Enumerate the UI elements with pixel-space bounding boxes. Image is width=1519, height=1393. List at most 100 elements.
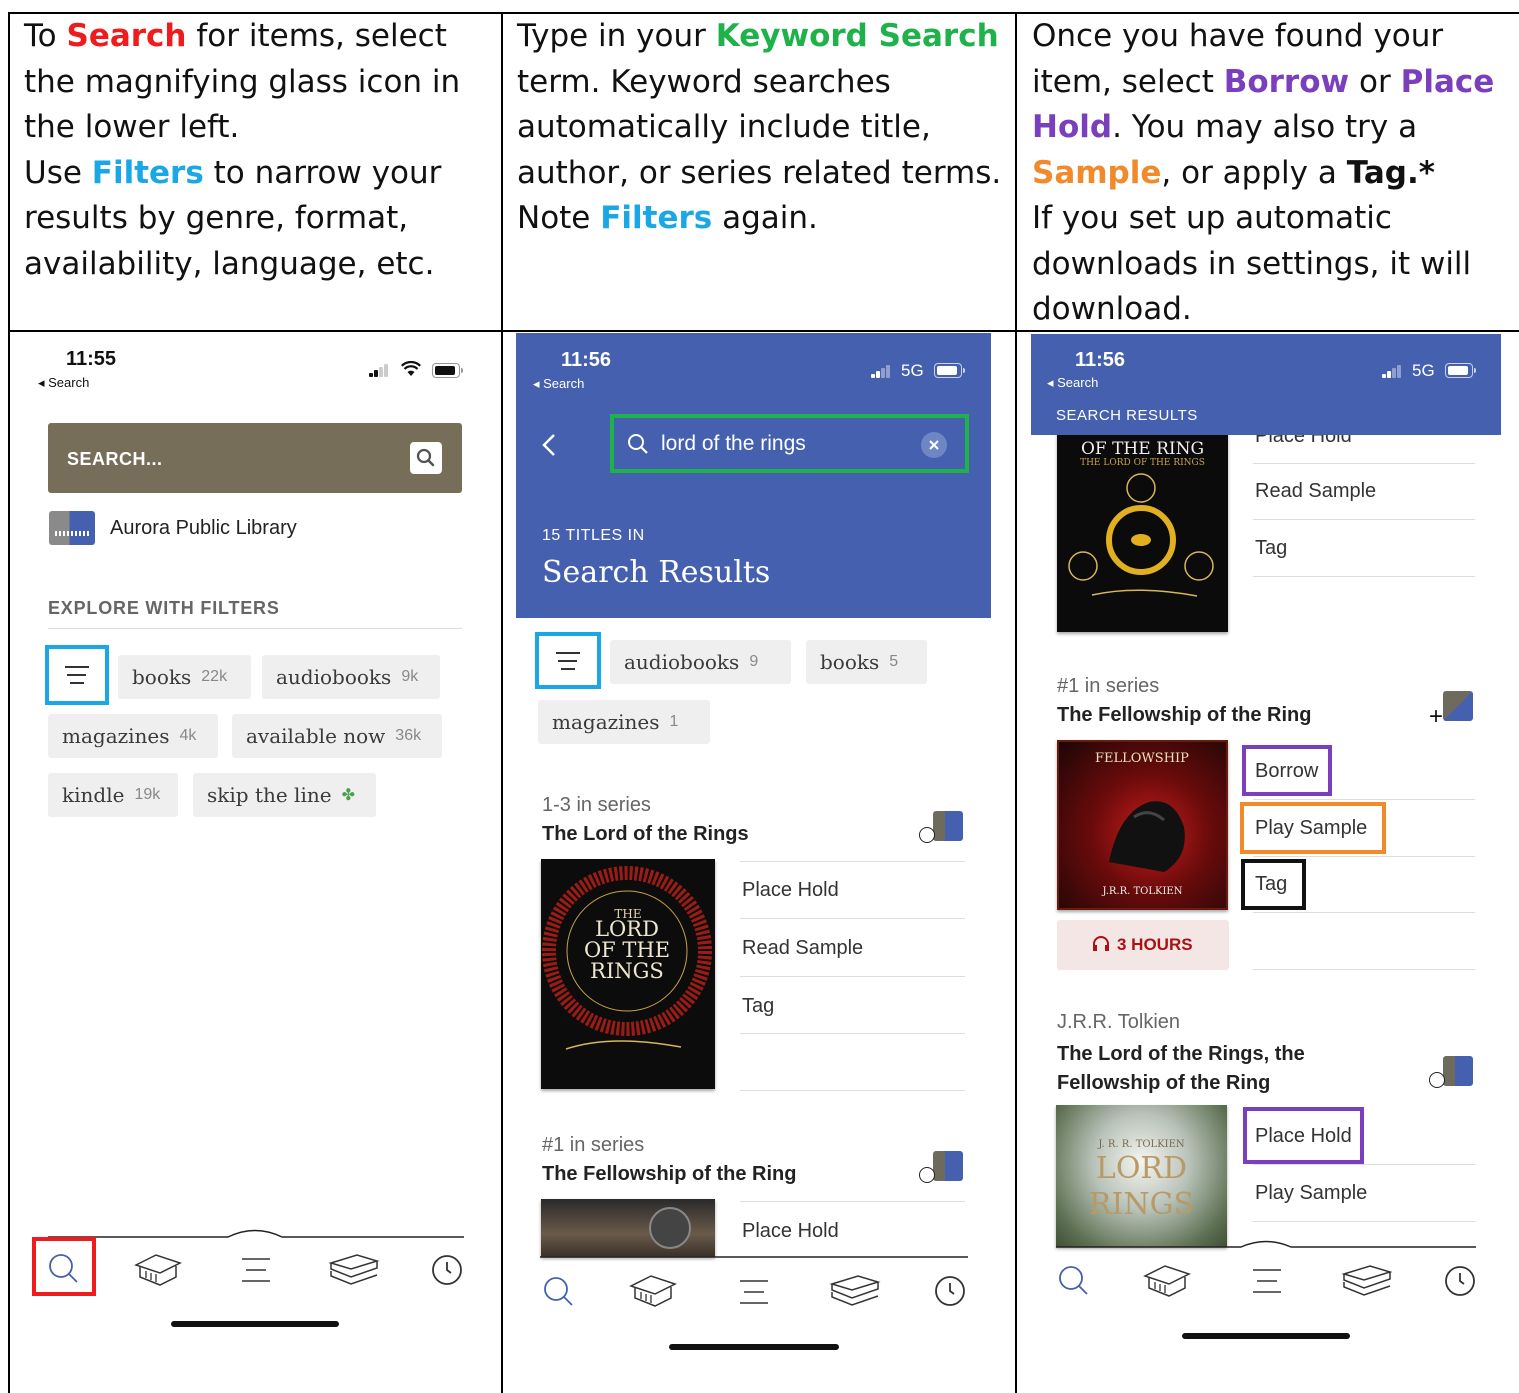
home-indicator xyxy=(1182,1333,1350,1339)
menu-icon[interactable] xyxy=(240,1255,272,1285)
divider xyxy=(740,861,965,862)
divider xyxy=(1253,1164,1475,1165)
search-input[interactable]: SEARCH... xyxy=(67,449,163,470)
search-bar[interactable]: SEARCH... xyxy=(48,423,462,493)
tag-button[interactable]: Tag xyxy=(742,995,774,1018)
book-cover-fellowship-audio[interactable]: FELLOWSHIP J.R.R. TOLKIEN xyxy=(1057,740,1228,910)
book-title[interactable]: The Fellowship of the Ring xyxy=(1057,704,1311,727)
filter-button[interactable] xyxy=(45,645,109,705)
divider xyxy=(48,628,462,629)
book-cover-lotr-bbc[interactable]: J. R. R. TOLKIEN LORD RINGS xyxy=(1056,1105,1227,1247)
search-icon[interactable] xyxy=(45,1251,81,1287)
search-icon[interactable] xyxy=(540,1274,576,1310)
library-icon[interactable] xyxy=(132,1251,184,1287)
clock-icon[interactable] xyxy=(1443,1264,1477,1298)
library-logo xyxy=(49,511,95,545)
play-sample-button[interactable]: Play Sample xyxy=(1255,1182,1367,1205)
headphones-icon xyxy=(1093,936,1109,951)
book-cover-lotr[interactable]: THE LORD OF THE RINGS xyxy=(541,859,715,1089)
filter-chip-kindle[interactable]: kindle 19k xyxy=(48,773,178,817)
search-input[interactable]: lord of the rings xyxy=(661,432,806,456)
divider xyxy=(1253,799,1475,800)
table-border-left xyxy=(8,12,10,1393)
filters-keyword: Filters xyxy=(91,154,204,191)
battery-icon xyxy=(432,363,463,378)
back-to-search-link[interactable]: ◂ Search xyxy=(38,375,89,391)
play-sample-button[interactable]: Play Sample xyxy=(1255,817,1367,840)
filters-keyword: Filters xyxy=(600,200,713,236)
sample-keyword: Sample xyxy=(1032,154,1162,191)
tag-button[interactable]: Tag xyxy=(1255,537,1287,560)
divider xyxy=(1253,519,1475,520)
clear-search-button[interactable] xyxy=(921,432,947,458)
search-results-label: SEARCH RESULTS xyxy=(1056,407,1198,424)
series-info: #1 in series xyxy=(542,1134,645,1156)
instructions-col1: To Search for items, select the magnifyi… xyxy=(24,18,461,282)
signal-icon xyxy=(369,364,391,377)
library-name[interactable]: Aurora Public Library xyxy=(110,517,297,540)
divider xyxy=(1253,576,1475,577)
filter-chip-books[interactable]: books 22k xyxy=(118,655,251,699)
network-label: 5G xyxy=(1412,361,1435,380)
filter-chip-magazines[interactable]: magazines 4k xyxy=(48,714,218,758)
filter-icon xyxy=(65,666,89,684)
bookmark-icon[interactable] xyxy=(1429,1056,1473,1088)
instructions-col2: Type in your Keyword Search term. Keywor… xyxy=(517,18,1002,236)
place-hold-button[interactable]: Place Hold xyxy=(742,1220,839,1243)
bottom-nav-divider xyxy=(1056,1240,1476,1248)
book-title[interactable]: The Lord of the Rings xyxy=(542,823,749,846)
divider xyxy=(1253,1221,1475,1222)
tag-button[interactable]: Tag xyxy=(1255,873,1287,896)
explore-filters-label: EXPLORE WITH FILTERS xyxy=(48,598,280,618)
filter-chip-available-now[interactable]: available now 36k xyxy=(232,714,442,758)
read-sample-button[interactable]: Read Sample xyxy=(742,937,863,960)
search-icon[interactable] xyxy=(1055,1263,1091,1299)
shelf-icon[interactable] xyxy=(327,1251,381,1287)
back-chevron-icon[interactable] xyxy=(540,432,558,458)
shelf-icon[interactable] xyxy=(828,1272,882,1308)
home-indicator xyxy=(171,1321,339,1327)
book-cover-fellowship-dark[interactable]: OF THE RING THE LORD OF THE RINGS xyxy=(1057,420,1228,632)
read-sample-button[interactable]: Read Sample xyxy=(1255,480,1376,503)
series-info: #1 in series xyxy=(1057,675,1160,697)
clock-icon[interactable] xyxy=(933,1274,967,1308)
back-to-search-link[interactable]: ◂ Search xyxy=(1047,375,1098,391)
menu-icon[interactable] xyxy=(1251,1266,1283,1296)
filter-chip-audiobooks[interactable]: audiobooks 9 xyxy=(610,640,791,684)
search-submit-button[interactable] xyxy=(410,442,442,474)
keyword-search-keyword: Keyword Search xyxy=(715,18,999,54)
search-icon xyxy=(628,434,648,454)
filter-chip-audiobooks[interactable]: audiobooks 9k xyxy=(262,655,440,699)
search-icon xyxy=(416,448,435,467)
divider xyxy=(740,1033,965,1034)
bookmark-icon[interactable] xyxy=(919,1151,963,1183)
series-info: 1-3 in series xyxy=(542,794,651,816)
search-keyword: Search xyxy=(66,18,187,54)
author-name[interactable]: J.R.R. Tolkien xyxy=(1057,1011,1180,1034)
filter-chip-magazines[interactable]: magazines 1 xyxy=(538,700,710,744)
tag-keyword: Tag.* xyxy=(1346,154,1435,191)
filter-button[interactable] xyxy=(535,632,601,689)
library-icon[interactable] xyxy=(627,1272,679,1308)
filter-chip-books[interactable]: books 5 xyxy=(806,640,927,684)
divider xyxy=(740,976,965,977)
bookmark-add-icon[interactable]: + xyxy=(1429,691,1473,729)
status-time: 11:56 xyxy=(1075,349,1126,371)
divider xyxy=(740,1090,965,1091)
back-to-search-link[interactable]: ◂ Search xyxy=(533,376,584,392)
clock-icon[interactable] xyxy=(430,1253,464,1287)
filter-chip-skip-the-line[interactable]: skip the line ✤ xyxy=(193,773,376,817)
divider xyxy=(740,918,965,919)
place-hold-button[interactable]: Place Hold xyxy=(1255,1125,1352,1148)
book-title[interactable]: The Lord of the Rings, the Fellowship of… xyxy=(1057,1040,1357,1098)
shelf-icon[interactable] xyxy=(1340,1262,1394,1298)
library-icon[interactable] xyxy=(1141,1262,1193,1298)
place-hold-button[interactable]: Place Hold xyxy=(742,879,839,902)
menu-icon[interactable] xyxy=(738,1277,770,1307)
bookmark-icon[interactable] xyxy=(919,811,963,843)
battery-icon xyxy=(934,363,965,378)
clover-icon: ✤ xyxy=(341,787,355,804)
borrow-button[interactable]: Borrow xyxy=(1255,760,1318,783)
book-title[interactable]: The Fellowship of the Ring xyxy=(542,1163,796,1186)
bottom-nav-divider xyxy=(540,1256,968,1258)
